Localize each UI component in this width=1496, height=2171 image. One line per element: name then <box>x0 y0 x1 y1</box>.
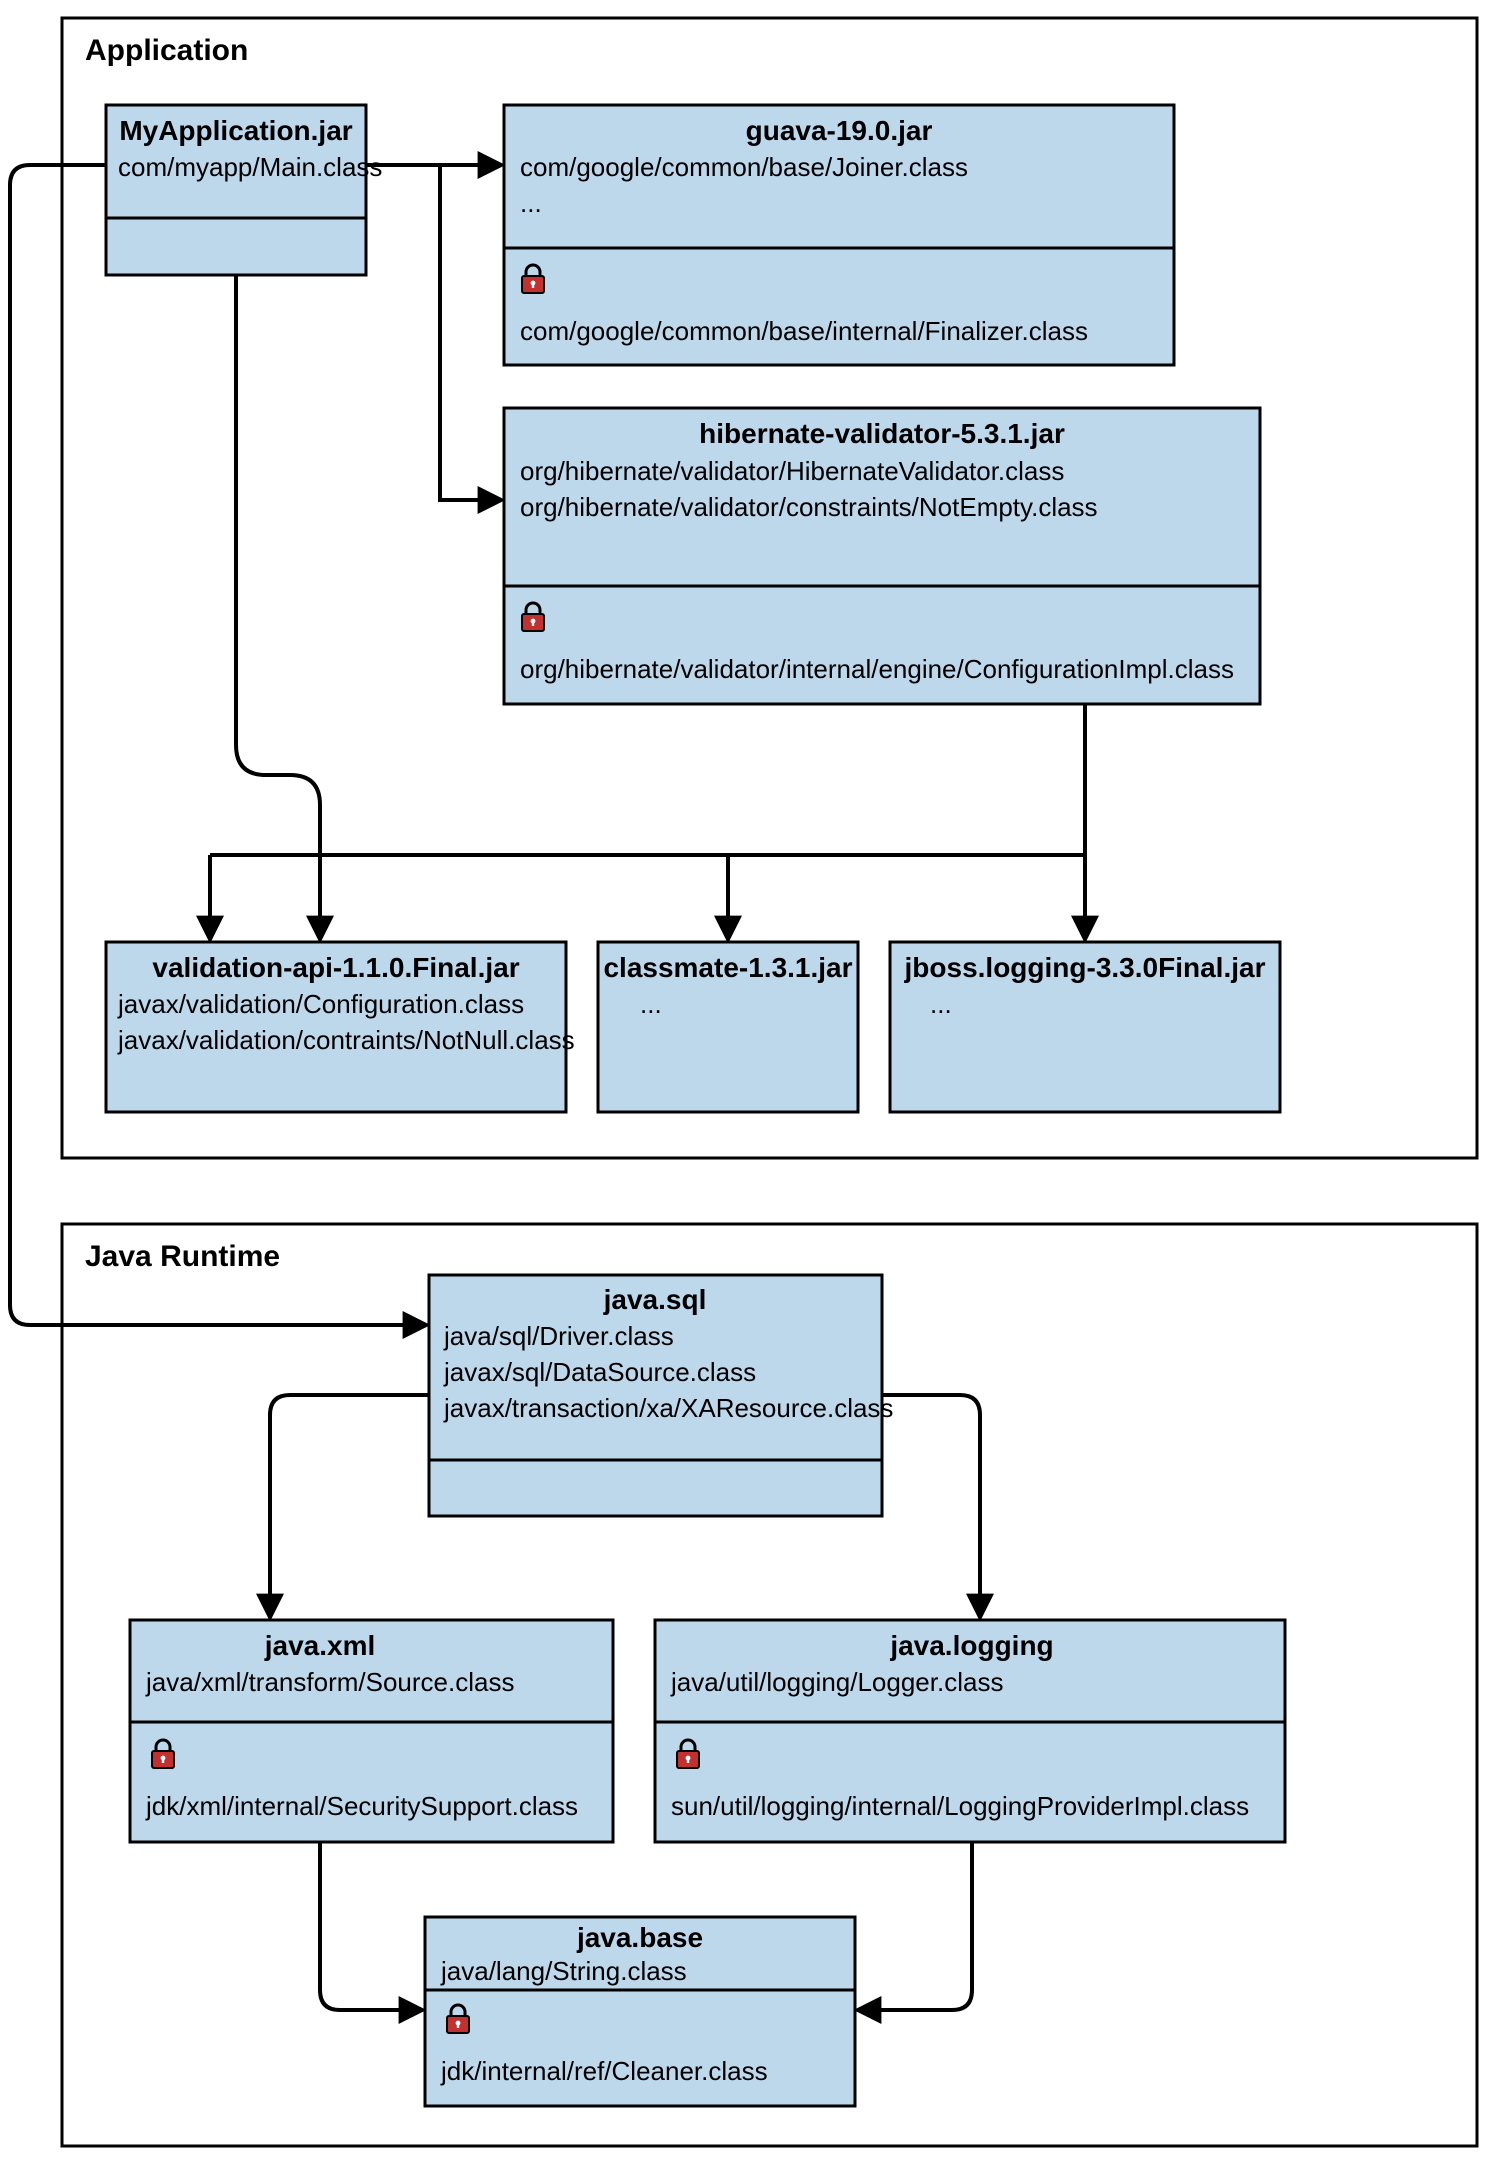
module-jboss-title: jboss.logging-3.3.0Final.jar <box>904 952 1266 983</box>
module-logging-title: java.logging <box>889 1630 1053 1661</box>
module-xml-title: java.xml <box>264 1630 376 1661</box>
module-classmate: classmate-1.3.1.jar ... <box>598 942 858 1112</box>
module-myapp-line0: com/myapp/Main.class <box>118 152 382 182</box>
module-guava-line0: com/google/common/base/Joiner.class <box>520 152 968 182</box>
module-xml-line0: java/xml/transform/Source.class <box>145 1667 514 1697</box>
module-guava-title: guava-19.0.jar <box>746 115 933 146</box>
module-base-locked0: jdk/internal/ref/Cleaner.class <box>440 2056 768 2086</box>
module-classmate-title: classmate-1.3.1.jar <box>603 952 852 983</box>
application-title: Application <box>85 34 248 67</box>
module-sql-line1: javax/sql/DataSource.class <box>443 1357 756 1387</box>
module-myapp-title: MyApplication.jar <box>119 115 352 146</box>
module-guava-locked0: com/google/common/base/internal/Finalize… <box>520 316 1088 346</box>
module-validation-line0: javax/validation/Configuration.class <box>117 989 524 1019</box>
module-sql-line0: java/sql/Driver.class <box>443 1321 674 1351</box>
module-hibernate-title: hibernate-validator-5.3.1.jar <box>699 418 1065 449</box>
runtime-title: Java Runtime <box>85 1240 280 1273</box>
module-logging-line0: java/util/logging/Logger.class <box>670 1667 1003 1697</box>
module-logging-locked0: sun/util/logging/internal/LoggingProvide… <box>671 1791 1249 1821</box>
module-guava: guava-19.0.jar com/google/common/base/Jo… <box>504 105 1174 365</box>
module-guava-line1: ... <box>520 188 542 218</box>
module-hibernate: hibernate-validator-5.3.1.jar org/hibern… <box>504 408 1260 704</box>
module-classmate-line0: ... <box>640 989 662 1019</box>
module-sql: java.sql java/sql/Driver.class javax/sql… <box>429 1275 893 1516</box>
module-validation: validation-api-1.1.0.Final.jar javax/val… <box>106 942 575 1112</box>
module-xml-locked0: jdk/xml/internal/SecuritySupport.class <box>145 1791 578 1821</box>
module-hibernate-line1: org/hibernate/validator/constraints/NotE… <box>520 492 1098 522</box>
module-hibernate-line0: org/hibernate/validator/HibernateValidat… <box>520 456 1064 486</box>
module-myapp: MyApplication.jar com/myapp/Main.class <box>106 105 382 275</box>
module-logging: java.logging java/util/logging/Logger.cl… <box>655 1620 1285 1842</box>
module-base: java.base java/lang/String.class jdk/int… <box>425 1917 855 2106</box>
module-jboss-line0: ... <box>930 989 952 1019</box>
module-sql-title: java.sql <box>603 1284 707 1315</box>
module-jboss: jboss.logging-3.3.0Final.jar ... <box>890 942 1280 1112</box>
module-sql-line2: javax/transaction/xa/XAResource.class <box>443 1393 893 1423</box>
module-hibernate-locked0: org/hibernate/validator/internal/engine/… <box>520 654 1234 684</box>
module-base-title: java.base <box>576 1922 703 1953</box>
module-validation-line1: javax/validation/contraints/NotNull.clas… <box>117 1025 575 1055</box>
module-xml: java.xml java/xml/transform/Source.class… <box>130 1620 613 1842</box>
module-validation-title: validation-api-1.1.0.Final.jar <box>152 952 519 983</box>
module-base-line0: java/lang/String.class <box>440 1956 687 1986</box>
